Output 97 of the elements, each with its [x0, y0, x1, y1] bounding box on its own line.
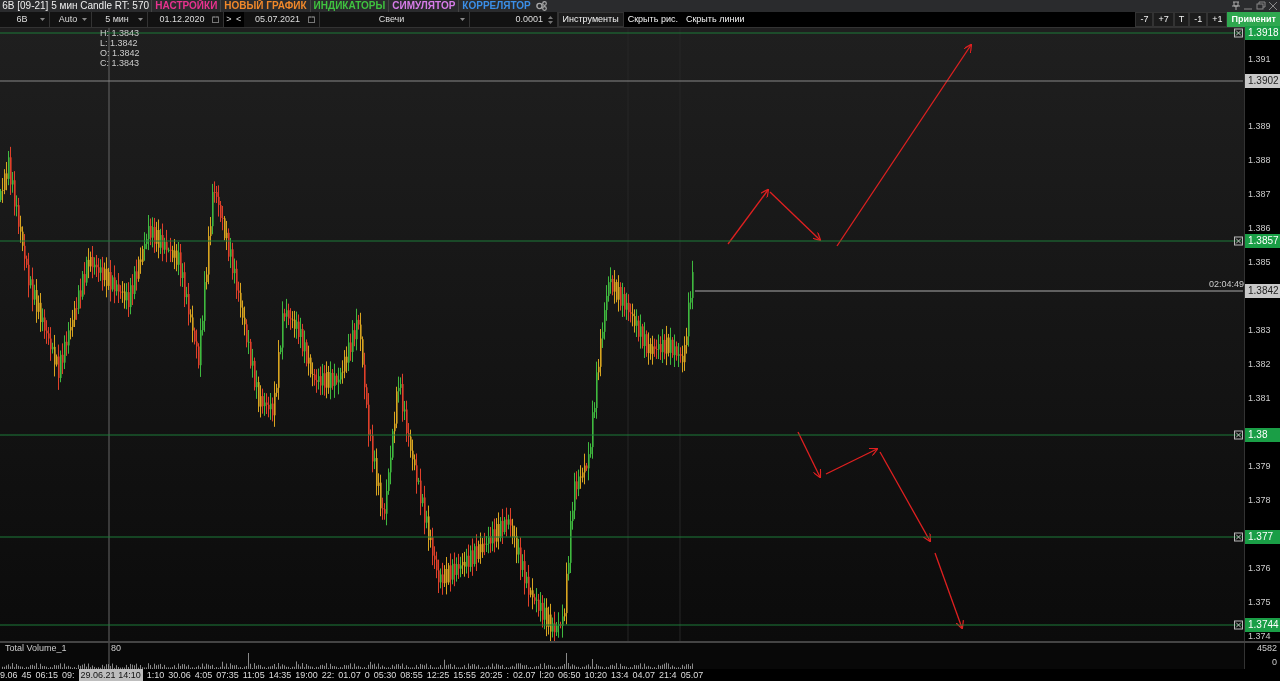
- time-axis-label: 11:05: [242, 669, 265, 681]
- volume-title: Total Volume_1: [5, 642, 67, 656]
- time-axis-label: 06:50: [558, 669, 581, 681]
- time-axis-label: 13:4: [611, 669, 629, 681]
- arrow[interactable]: [727, 188, 770, 245]
- caret-icon: [82, 18, 87, 21]
- volume-readout: 80: [111, 642, 121, 656]
- time-axis-label: 22:: [321, 669, 335, 681]
- close-icon[interactable]: [1234, 430, 1243, 440]
- arrow[interactable]: [797, 431, 822, 479]
- date-field[interactable]: 05.07.2021: [243, 12, 320, 27]
- price-axis-label: 1.386: [1248, 222, 1271, 236]
- ohlc-readout: H: 1.3843: [100, 28, 140, 40]
- time-axis-label: 05:30: [373, 669, 397, 681]
- countdown-timer: 02:04:49: [1209, 278, 1244, 292]
- date-field[interactable]: 01.12.2020: [148, 12, 224, 27]
- ohlc-readout: O: 1.3842: [100, 47, 140, 60]
- calendar-icon: [307, 16, 315, 23]
- time-axis-label: 30.06: [168, 669, 191, 681]
- time-axis-label: 10:20: [584, 669, 608, 681]
- price-axis-label: 1.378: [1248, 494, 1271, 508]
- volume-axis-label: 0: [1272, 656, 1277, 670]
- arrow[interactable]: [879, 451, 932, 543]
- price-level-label: 1.3857: [1245, 234, 1280, 248]
- price-axis-label: 1.385: [1248, 256, 1271, 270]
- price-axis-label: 1.388: [1248, 154, 1271, 168]
- price-axis-label: 1.379: [1248, 460, 1271, 474]
- price-axis-label: 1.381: [1248, 392, 1271, 406]
- time-axis-label: 0: [364, 669, 370, 681]
- ohlc-readout: C: 1.3843: [100, 57, 140, 71]
- price-axis-label: 1.391: [1248, 53, 1271, 67]
- price-axis-label: 1.383: [1248, 324, 1271, 338]
- time-axis-label: 07:35: [216, 669, 239, 681]
- time-axis-label: 9.06: [0, 669, 18, 681]
- close-icon[interactable]: [1234, 532, 1243, 542]
- price-level-label: 1.3842: [1245, 284, 1280, 298]
- time-axis-label: 14:35: [268, 669, 292, 681]
- close-icon[interactable]: [1234, 28, 1243, 38]
- time-axis-label: 09:: [62, 669, 75, 681]
- price-level-label: 1.377: [1245, 530, 1280, 544]
- time-axis-label: 45: [21, 669, 32, 681]
- toolbar-button[interactable]: Инструменты: [557, 12, 624, 27]
- arrow[interactable]: [825, 447, 879, 475]
- price-axis-label: 1.387: [1248, 188, 1271, 202]
- price-level-label: 1.38: [1245, 428, 1280, 442]
- time-axis-label: 20:25: [479, 669, 503, 681]
- next-button[interactable]: >: [224, 12, 234, 27]
- time-axis-label: 08:55: [400, 669, 423, 681]
- time-axis-label: 29.06.21 14:10: [78, 669, 143, 681]
- arrow[interactable]: [769, 191, 822, 242]
- calendar-icon: [212, 16, 219, 23]
- time-axis-label: 05.07: [680, 669, 704, 681]
- restore-icon[interactable]: [1255, 1, 1266, 11]
- time-axis-label: 21:4: [659, 669, 677, 681]
- arrow[interactable]: [836, 43, 973, 247]
- symbol-dropdown[interactable]: 6B: [0, 12, 50, 27]
- time-axis-label: 02.07: [512, 669, 536, 681]
- time-axis-label: 19:00: [295, 669, 318, 681]
- scale-dropdown[interactable]: Auto: [50, 12, 92, 27]
- time-axis-label: 12:25: [426, 669, 450, 681]
- time-axis-label: 15:55: [453, 669, 476, 681]
- price-axis-label: 1.375: [1248, 596, 1271, 610]
- price-level-label: 1.3902: [1245, 74, 1280, 88]
- window-title: 6B [09-21] 5 мин Candle RT: 570: [1, 0, 151, 12]
- price-level-label: 1.3744: [1245, 618, 1280, 632]
- time-axis-label: :: [506, 669, 509, 681]
- caret-icon: [459, 18, 465, 21]
- time-axis-label: l:20: [539, 669, 554, 681]
- chart-type-dropdown[interactable]: Свечи: [319, 12, 470, 27]
- spinner-icon: [547, 14, 553, 25]
- ohlc-readout: L: 1.3842: [100, 37, 138, 50]
- price-level-label: 1.3918: [1245, 26, 1280, 40]
- timeframe-dropdown[interactable]: 5 мин: [92, 12, 148, 27]
- arrow[interactable]: [934, 552, 964, 630]
- shift-button[interactable]: -1: [1189, 12, 1208, 27]
- prev-button[interactable]: <: [233, 12, 244, 27]
- price-axis-label: 1.376: [1248, 562, 1271, 576]
- time-axis-label: 4:05: [194, 669, 213, 681]
- price-axis-label: 1.382: [1248, 358, 1271, 372]
- close-icon[interactable]: [1234, 236, 1243, 246]
- volume-axis-label: 4582: [1256, 642, 1277, 656]
- price-axis-label: 1.389: [1248, 120, 1271, 134]
- caret-icon: [138, 18, 143, 21]
- time-axis-label: 01.07: [338, 669, 361, 681]
- time-axis-label: 1:10: [146, 669, 165, 681]
- shift-button[interactable]: +1: [1207, 12, 1228, 27]
- step-field[interactable]: 0.0001: [469, 12, 558, 27]
- time-axis-label: 04.07: [632, 669, 656, 681]
- pin-icon[interactable]: [1231, 1, 1241, 11]
- shift-button[interactable]: +7: [1153, 12, 1174, 27]
- gears-icon[interactable]: [536, 1, 547, 11]
- close-icon[interactable]: [1234, 620, 1243, 630]
- caret-icon: [40, 18, 45, 21]
- crosshair-line: [108, 643, 110, 669]
- shift-button[interactable]: -7: [1135, 12, 1154, 27]
- price-axis-label: 1.374: [1248, 630, 1271, 644]
- time-axis-label: 06:15: [35, 669, 59, 681]
